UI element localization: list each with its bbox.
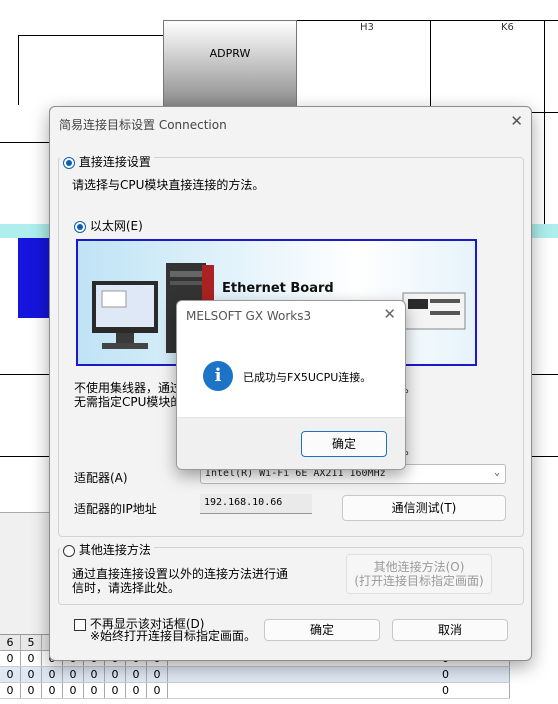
grid-cell: 0 (63, 683, 84, 698)
grid-cell: 0 (147, 683, 168, 698)
message-text: 已成功与FX5UCPU连接。 (243, 371, 372, 384)
direct-connection-option[interactable]: 直接连接设置 (60, 153, 154, 170)
grid-cell: 0 (42, 683, 63, 698)
grid-cell: 0 (126, 683, 147, 698)
other-connection-radio[interactable] (63, 544, 75, 557)
grid-col-header: 5 (21, 635, 42, 650)
table-row: 0 0 0 0 0 0 0 0 0 (0, 683, 510, 699)
selected-cell[interactable] (18, 238, 52, 318)
grid-cell: 0 (126, 667, 147, 682)
adprw-instruction-block[interactable]: ADPRW (163, 20, 297, 108)
grid-cell: 0 (105, 667, 126, 682)
direct-description: 请选择与CPU模块直接连接的方法。 (72, 178, 265, 192)
ethernet-radio[interactable] (74, 220, 86, 233)
grid-cell: 0 (21, 667, 42, 682)
message-ok-button[interactable]: 确定 (301, 431, 387, 457)
grid-cell: 0 (63, 667, 84, 682)
ladder-rung-line (0, 374, 50, 375)
message-box-footer: 确定 (177, 417, 405, 469)
grid-cell: 0 (0, 683, 21, 698)
ladder-rail (430, 20, 431, 108)
ladder-rung-line (0, 142, 50, 143)
banner-text: Ethernet Board (222, 281, 334, 296)
grid-cell: 0 (0, 651, 21, 666)
other-button-line1: 其他连接方法(O) (373, 560, 465, 574)
other-button-line2: (打开连接目标指定画面) (354, 574, 484, 588)
grid-cell: 0 (168, 683, 510, 698)
ladder-rung-line (532, 456, 558, 457)
ladder-rail (544, 20, 545, 230)
other-connection-label: 其他连接方法 (78, 543, 151, 557)
ethernet-label: 以太网(E) (89, 219, 143, 233)
other-connection-button[interactable]: 其他连接方法(O) (打开连接目标指定画面) (346, 554, 492, 594)
close-icon[interactable]: ✕ (510, 112, 523, 130)
operand-label-h3: H3 (360, 22, 374, 33)
success-message-box: MELSOFT GX Works3 ✕ i 已成功与FX5UCPU连接。 确定 (176, 300, 406, 470)
ethernet-option[interactable]: 以太网(E) (74, 217, 143, 234)
close-icon[interactable]: ✕ (383, 305, 396, 323)
cancel-button[interactable]: 取消 (392, 619, 508, 641)
ladder-rung-line (18, 35, 164, 36)
direct-connection-label: 直接连接设置 (78, 155, 151, 169)
ladder-rung-line (532, 374, 558, 375)
grid-cell: 0 (147, 667, 168, 682)
grid-cell: 0 (21, 651, 42, 666)
table-row: 0 0 0 0 0 0 0 0 0 (0, 667, 510, 683)
grid-cell: 0 (105, 683, 126, 698)
ladder-rung-line (532, 112, 558, 113)
dont-show-note: ※始终打开连接目标指定画面。 (90, 629, 257, 643)
info-icon: i (203, 361, 233, 391)
operand-label-k6: K6 (501, 22, 514, 33)
ok-button[interactable]: 确定 (264, 619, 380, 641)
grid-cell: 0 (168, 667, 510, 682)
ip-address-field[interactable]: 192.168.10.66 (200, 494, 312, 514)
direct-connection-radio[interactable] (63, 156, 75, 169)
grid-col-header: 6 (0, 635, 21, 650)
ip-label: 适配器的IP地址 (74, 502, 157, 516)
adprw-label: ADPRW (209, 47, 251, 60)
grid-cell: 0 (84, 683, 105, 698)
direct-note-line2: 无需指定CPU模块的 (74, 395, 183, 409)
ladder-rail (18, 35, 19, 105)
chevron-down-icon: ⌄ (493, 467, 500, 478)
grid-cell: 0 (0, 667, 21, 682)
grid-cell: 0 (84, 667, 105, 682)
other-connection-option[interactable]: 其他连接方法 (60, 541, 154, 558)
other-description-line2: 信时，请选择此处。 (72, 581, 181, 595)
grid-cell: 0 (42, 667, 63, 682)
watch-panel (0, 512, 50, 634)
dont-show-checkbox[interactable] (74, 618, 86, 631)
message-box-title: MELSOFT GX Works3 (186, 309, 312, 323)
adapter-label: 适配器(A) (74, 471, 128, 485)
grid-cell: 0 (21, 683, 42, 698)
connection-test-button[interactable]: 通信测试(T) (342, 495, 506, 521)
ladder-rung-line (0, 456, 50, 457)
dialog-title: 简易连接目标设置 Connection (59, 118, 227, 132)
